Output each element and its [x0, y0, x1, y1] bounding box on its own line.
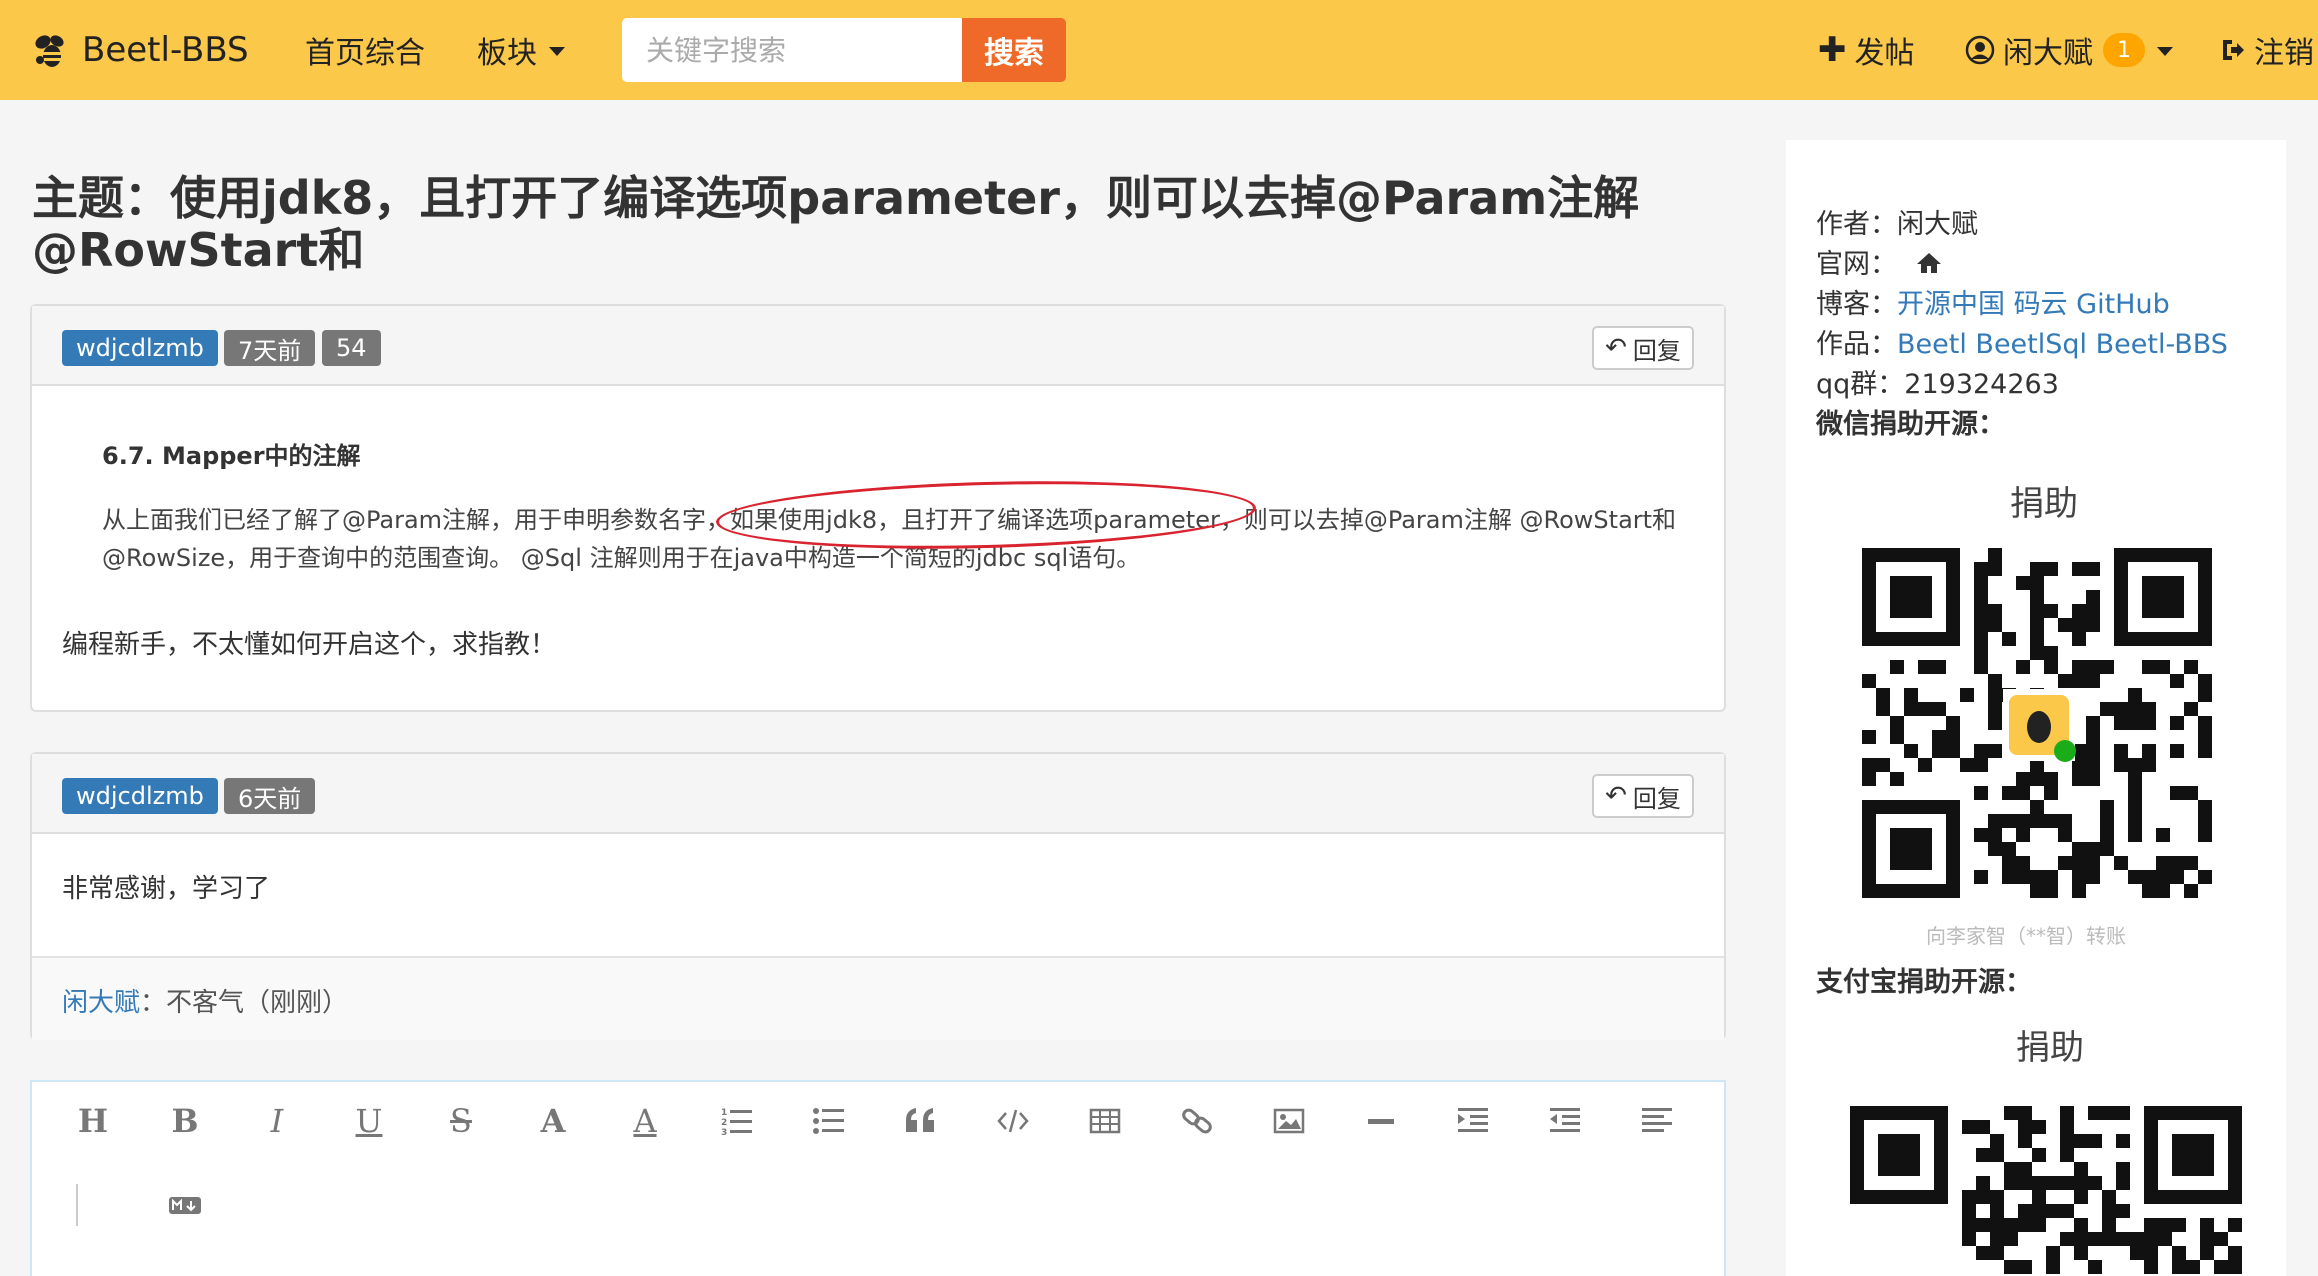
brand-name: Beetl-BBS [82, 30, 249, 70]
svg-text:2: 2 [721, 1118, 727, 1128]
nav-logout-label: 注销 [2254, 36, 2314, 71]
post-header: wdjcdlzmb 7天前 54 ↶ 回复 [32, 306, 1724, 386]
site-info: 官网： [1816, 242, 1942, 281]
blog-info: 博客：开源中国 码云 GitHub [1816, 282, 2170, 321]
reply-button[interactable]: ↶ 回复 [1592, 774, 1694, 818]
nav-post-label: 发帖 [1854, 36, 1915, 71]
nav-home[interactable]: 首页综合 [305, 28, 425, 72]
author-label: 作者： [1816, 209, 1897, 240]
reply-label: 回复 [1632, 784, 1681, 813]
image-icon[interactable] [1264, 1096, 1314, 1146]
ordered-list-icon[interactable]: 123 [712, 1096, 762, 1146]
heading-tool[interactable]: H [68, 1096, 118, 1146]
outdent-icon[interactable] [1540, 1096, 1590, 1146]
reply-icon: ↶ [1605, 333, 1627, 363]
nav-user-dropdown[interactable]: 闲大赋 1 [1965, 28, 2173, 72]
notification-badge: 1 [2103, 33, 2145, 67]
font-tool[interactable]: A [528, 1096, 578, 1146]
markdown-icon[interactable] [160, 1180, 210, 1230]
author-value: 闲大赋 [1897, 209, 1978, 240]
red-annotation-ellipse [715, 474, 1257, 556]
comment: 闲大赋：不客气（刚刚） [62, 982, 348, 1019]
plus-icon: ✚ [1818, 30, 1847, 70]
topic-title: 主题：使用jdk8，且打开了编译选项parameter，则可以去掉@Param注… [32, 171, 1640, 277]
user-circle-icon [1965, 35, 1995, 65]
svg-text:3: 3 [721, 1128, 727, 1138]
post-text: 编程新手，不太懂如何开启这个，求指教！ [62, 630, 557, 660]
alipay-qr-code-icon [1850, 1106, 2242, 1274]
reply-icon: ↶ [1605, 781, 1627, 811]
bee-logo-icon [35, 35, 64, 67]
works-label: 作品： [1816, 329, 1897, 360]
caret-down-icon [2157, 47, 2173, 56]
italic-tool[interactable]: I [252, 1096, 302, 1146]
search-button[interactable]: 搜索 [962, 18, 1066, 82]
post-panel: wdjcdlzmb 6天前 ↶ 回复 非常感谢，学习了 闲大赋：不客气（刚刚） [30, 752, 1726, 1040]
sidebar: 作者：闲大赋 官网： 博客：开源中国 码云 GitHub 作品：Beetl Be… [1786, 140, 2286, 1276]
nav-board-dropdown[interactable]: 板块 [477, 28, 565, 72]
indent-icon[interactable] [1448, 1096, 1498, 1146]
toolbar-divider [76, 1184, 78, 1226]
markdown-editor: H B I U S A A 123 [30, 1080, 1726, 1276]
quote-icon[interactable] [896, 1096, 946, 1146]
comment-text: ：不客气（刚刚） [140, 988, 349, 1018]
home-icon[interactable] [1916, 251, 1942, 275]
nav-post-button[interactable]: ✚ 发帖 [1818, 28, 1915, 72]
time-tag: 7天前 [224, 330, 316, 366]
code-icon[interactable] [988, 1096, 1038, 1146]
svg-text:1: 1 [721, 1108, 727, 1118]
search-input[interactable] [622, 18, 962, 82]
brand-link[interactable]: Beetl-BBS [30, 26, 249, 74]
donate-title: 捐助 [2016, 1028, 2084, 1068]
post-header: wdjcdlzmb 6天前 ↶ 回复 [32, 754, 1724, 834]
count-tag: 54 [322, 330, 381, 366]
time-tag: 6天前 [224, 778, 316, 814]
bold-tool[interactable]: B [160, 1096, 210, 1146]
nav-logout-button[interactable]: 注销 [2220, 28, 2314, 72]
alipay-label: 支付宝捐助开源： [1816, 967, 2032, 998]
donate-title: 捐助 [2010, 484, 2078, 524]
blog-links[interactable]: 开源中国 码云 GitHub [1897, 289, 2170, 320]
comment-author-link[interactable]: 闲大赋 [62, 988, 140, 1018]
reply-label: 回复 [1632, 336, 1681, 365]
comment-row: 闲大赋：不客气（刚刚） [32, 956, 1724, 1040]
post-text: 非常感谢，学习了 [62, 874, 271, 904]
strikethrough-tool[interactable]: S [436, 1096, 486, 1146]
blog-label: 博客： [1816, 289, 1897, 320]
qq-info: qq群：219324263 [1816, 362, 2059, 401]
site-label: 官网： [1816, 249, 1897, 280]
works-info: 作品：Beetl BeetlSql Beetl-BBS [1816, 322, 2228, 361]
navbar: Beetl-BBS 首页综合 板块 搜索 ✚ 发帖 闲大赋 1 注销 [0, 0, 2318, 100]
qq-value: 219324263 [1904, 369, 2059, 400]
table-icon[interactable] [1080, 1096, 1130, 1146]
caret-down-icon [549, 47, 565, 56]
nav-board-label: 板块 [477, 36, 537, 71]
unordered-list-icon[interactable] [804, 1096, 854, 1146]
horizontal-rule-icon[interactable] [1356, 1096, 1406, 1146]
sign-out-icon [2223, 40, 2244, 60]
qq-label: qq群： [1816, 369, 1905, 400]
wechat-qr-code-icon [1862, 548, 2212, 898]
reply-button[interactable]: ↶ 回复 [1592, 326, 1694, 370]
underline-tool[interactable]: U [344, 1096, 394, 1146]
link-icon[interactable] [1172, 1096, 1222, 1146]
font-color-tool[interactable]: A [620, 1096, 670, 1146]
align-left-icon[interactable] [1632, 1096, 1682, 1146]
wechat-label: 微信捐助开源： [1816, 409, 2005, 440]
nav-user-name: 闲大赋 [2003, 36, 2093, 71]
qr-caption: 向李家智（**智）转账 [1926, 924, 2126, 948]
works-links[interactable]: Beetl BeetlSql Beetl-BBS [1897, 329, 2228, 360]
doc-heading: 6.7. Mapper中的注解 [102, 442, 361, 470]
author-tag[interactable]: wdjcdlzmb [62, 330, 218, 366]
author-tag[interactable]: wdjcdlzmb [62, 778, 218, 814]
author-info: 作者：闲大赋 [1816, 202, 1978, 241]
post-panel: wdjcdlzmb 7天前 54 ↶ 回复 6.7. Mapper中的注解 从上… [30, 304, 1726, 712]
